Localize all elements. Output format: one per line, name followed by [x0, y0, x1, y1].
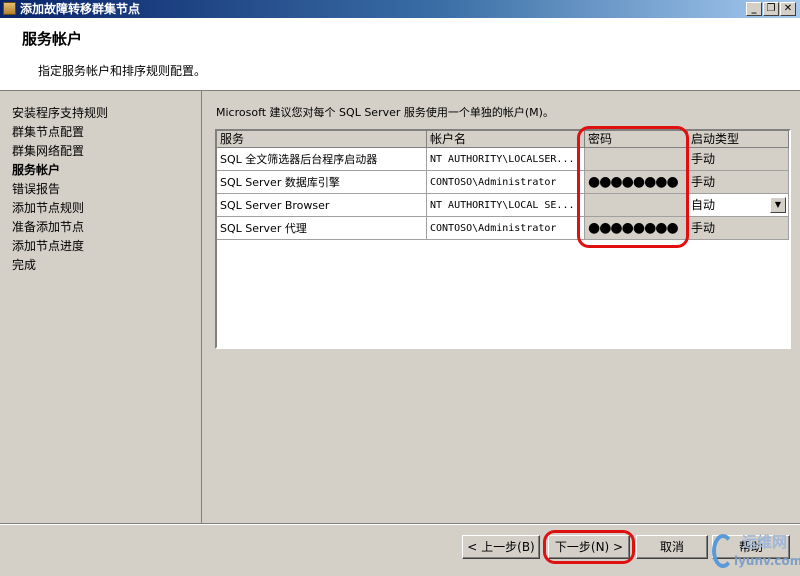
service-name-cell: SQL Server 数据库引擎 [217, 171, 427, 194]
column-header-service[interactable]: 服务 [217, 131, 427, 148]
account-name-field[interactable]: CONTOSO\Administrator [427, 171, 585, 194]
minimize-button[interactable]: _ [746, 2, 762, 16]
table-row: SQL Server Browser NT AUTHORITY\LOCAL SE… [217, 194, 789, 217]
password-field[interactable]: ●●●●●●●● [585, 171, 688, 194]
column-header-account-name[interactable]: 帐户名 [427, 131, 585, 148]
account-name-field[interactable]: NT AUTHORITY\LOCALSER... [427, 148, 585, 171]
nav-item-add-node-progress[interactable]: 添加节点进度 [12, 237, 84, 255]
account-name-field[interactable]: NT AUTHORITY\LOCAL SE... [427, 194, 585, 217]
table-row: SQL Server 数据库引擎 CONTOSO\Administrator ●… [217, 171, 789, 194]
service-name-cell: SQL 全文筛选器后台程序启动器 [217, 148, 427, 171]
startup-type-value: 自动 [691, 198, 716, 212]
minimize-icon: _ [751, 3, 757, 14]
close-button[interactable]: ✕ [780, 2, 796, 16]
grid-header: 服务 帐户名 密码 启动类型 [217, 131, 789, 148]
service-accounts-grid: 服务 帐户名 密码 启动类型 SQL 全文筛选器后台程序启动器 NT AUTHO… [215, 129, 791, 349]
window-title: 添加故障转移群集节点 [20, 2, 141, 16]
password-field[interactable] [585, 148, 688, 171]
restore-icon: ❐ [766, 3, 776, 14]
column-header-password[interactable]: 密码 [585, 131, 688, 148]
watermark-logo-icon [712, 534, 734, 568]
password-field[interactable] [585, 194, 688, 217]
nav-item-cluster-node-config[interactable]: 群集节点配置 [12, 123, 84, 141]
password-field[interactable]: ●●●●●●●● [585, 217, 688, 240]
cancel-button[interactable]: 取消 [636, 535, 708, 559]
nav-item-complete[interactable]: 完成 [12, 256, 36, 274]
nav-item-error-reporting[interactable]: 错误报告 [12, 180, 60, 198]
main-content: Microsoft 建议您对每个 SQL Server 服务使用一个单独的帐户(… [203, 91, 800, 523]
nav-item-setup-support-rules[interactable]: 安装程序支持规则 [12, 104, 108, 122]
startup-type-cell[interactable]: 手动 [688, 171, 789, 194]
nav-item-add-node-rules[interactable]: 添加节点规则 [12, 199, 84, 217]
startup-type-dropdown[interactable]: 自动 ▼ [688, 194, 789, 217]
chevron-down-icon[interactable]: ▼ [770, 197, 786, 213]
table-row: SQL 全文筛选器后台程序启动器 NT AUTHORITY\LOCALSER..… [217, 148, 789, 171]
nav-item-cluster-network-config[interactable]: 群集网络配置 [12, 142, 84, 160]
separate-account-advice: Microsoft 建议您对每个 SQL Server 服务使用一个单独的帐户(… [216, 106, 554, 119]
footer-divider [0, 523, 800, 525]
page-description: 指定服务帐户和排序规则配置。 [38, 64, 207, 78]
nav-item-ready-to-add-node[interactable]: 准备添加节点 [12, 218, 84, 236]
watermark-text: 运维网 [742, 533, 788, 551]
close-icon: ✕ [783, 3, 793, 14]
page-header: 服务帐户 指定服务帐户和排序规则配置。 [0, 18, 800, 91]
watermark-url: iyunv.com [734, 554, 800, 568]
service-name-cell: SQL Server 代理 [217, 217, 427, 240]
wizard-steps-nav: 安装程序支持规则 群集节点配置 群集网络配置 服务帐户 错误报告 添加节点规则 … [0, 91, 202, 523]
table-row: SQL Server 代理 CONTOSO\Administrator ●●●●… [217, 217, 789, 240]
account-name-field[interactable]: CONTOSO\Administrator [427, 217, 585, 240]
title-bar: 添加故障转移群集节点 _ ❐ ✕ [0, 0, 800, 18]
startup-type-cell[interactable]: 手动 [688, 217, 789, 240]
restore-button[interactable]: ❐ [763, 2, 779, 16]
back-button[interactable]: < 上一步(B) [462, 535, 540, 559]
nav-item-service-accounts[interactable]: 服务帐户 [12, 161, 60, 179]
column-header-startup-type[interactable]: 启动类型 [688, 131, 789, 148]
startup-type-cell[interactable]: 手动 [688, 148, 789, 171]
site-watermark: 运维网 iyunv.com [712, 528, 800, 574]
setup-app-icon [3, 2, 16, 15]
service-name-cell: SQL Server Browser [217, 194, 427, 217]
page-title: 服务帐户 [22, 30, 83, 48]
next-button[interactable]: 下一步(N) > [548, 535, 630, 559]
